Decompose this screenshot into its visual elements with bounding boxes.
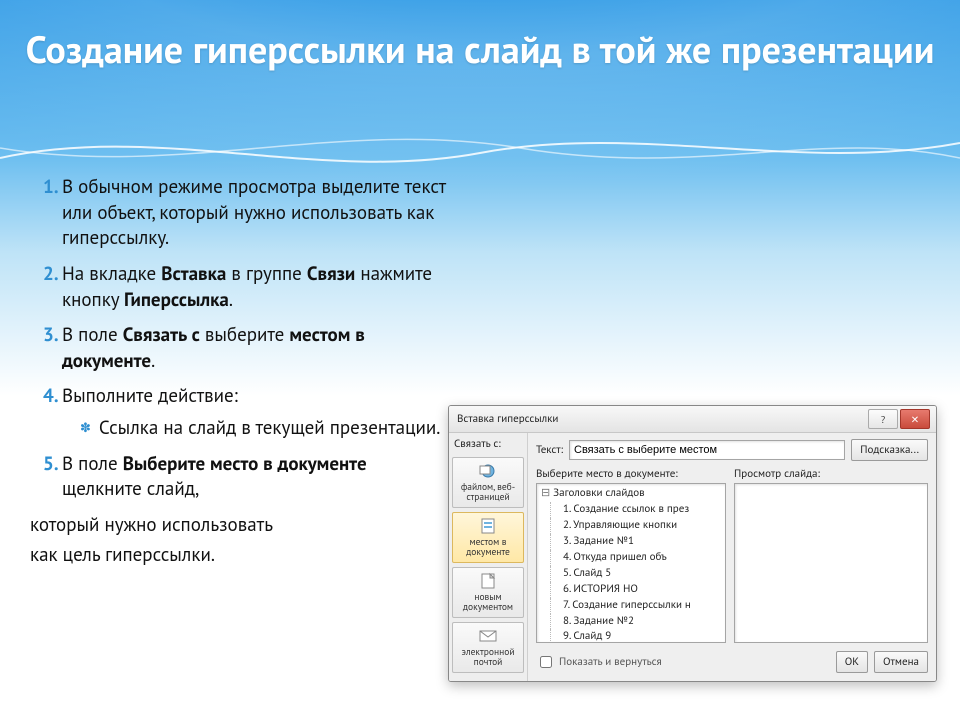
cancel-button[interactable]: Отмена xyxy=(874,651,928,673)
tree-item[interactable]: 8. Задание №2 xyxy=(541,614,721,630)
close-window-button[interactable]: ✕ xyxy=(900,409,930,429)
display-text-input[interactable] xyxy=(569,440,845,460)
tree-item[interactable]: 7. Создание гиперссылки н xyxy=(541,598,721,614)
document-place-icon xyxy=(477,517,499,535)
screen-tip-button[interactable]: Подсказка... xyxy=(851,439,928,461)
new-document-icon xyxy=(477,572,499,590)
help-window-button[interactable]: ? xyxy=(868,409,898,429)
wave-decoration xyxy=(0,118,960,178)
link-to-place-in-document[interactable]: местом в документе xyxy=(452,512,524,563)
ok-button[interactable]: ОК xyxy=(836,651,868,673)
slide: Создание гиперссылки на слайд в той же п… xyxy=(0,0,960,720)
tree-item[interactable]: 1. Создание ссылок в през xyxy=(541,502,721,518)
step-4-sub: Ссылка на слайд в текущей презентации. xyxy=(80,416,450,442)
show-and-return-checkbox[interactable]: Показать и вернуться xyxy=(536,653,662,671)
tree-root[interactable]: Заголовки слайдов xyxy=(541,486,721,502)
step-5-tail-2: как цель гиперссылки. xyxy=(30,543,450,569)
slide-title: Создание гиперссылки на слайд в той же п… xyxy=(0,0,960,72)
preview-label: Просмотр слайда: xyxy=(734,467,928,481)
link-to-sidebar: Связать с: файлом, веб-страницей местом … xyxy=(449,433,528,681)
step-2: На вкладке Вставка в группе Связи нажмит… xyxy=(62,262,450,313)
tree-item[interactable]: 3. Задание №1 xyxy=(541,534,721,550)
globe-file-icon xyxy=(477,462,499,480)
tree-item[interactable]: 9. Слайд 9 xyxy=(541,629,721,643)
tree-item[interactable]: 4. Откуда пришел объ xyxy=(541,550,721,566)
dialog-titlebar: Вставка гиперссылки ? ✕ xyxy=(449,406,936,433)
link-to-new-document[interactable]: новым документом xyxy=(452,567,524,618)
place-label: Выберите место в документе: xyxy=(536,467,726,481)
step-3: В поле Связать с выберите местом в докум… xyxy=(62,323,450,374)
slide-preview xyxy=(734,483,928,643)
step-4: Выполните действие: Ссылка на слайд в те… xyxy=(62,384,450,441)
show-return-input[interactable] xyxy=(540,656,552,668)
hyperlink-dialog: Вставка гиперссылки ? ✕ Связать с: файло… xyxy=(448,405,937,682)
dialog-title: Вставка гиперссылки xyxy=(457,412,866,426)
dialog-main: Текст: Подсказка... Выберите место в док… xyxy=(528,433,936,681)
place-tree[interactable]: Заголовки слайдов 1. Создание ссылок в п… xyxy=(536,483,726,643)
tree-item[interactable]: 5. Слайд 5 xyxy=(541,566,721,582)
step-1: В обычном режиме просмотра выделите текс… xyxy=(62,175,450,252)
tree-item[interactable]: 6. ИСТОРИЯ НО xyxy=(541,582,721,598)
tree-item[interactable]: 2. Управляющие кнопки xyxy=(541,518,721,534)
step-5-tail-1: который нужно использовать xyxy=(30,513,450,539)
link-to-email[interactable]: электронной почтой xyxy=(452,622,524,673)
text-label: Текст: xyxy=(536,443,563,457)
step-5: В поле Выберите место в документе щелкни… xyxy=(62,452,450,503)
envelope-icon xyxy=(477,627,499,645)
link-to-file-web[interactable]: файлом, веб-страницей xyxy=(452,457,524,508)
link-with-label: Связать с: xyxy=(452,437,524,453)
content-body: В обычном режиме просмотра выделите текс… xyxy=(30,175,450,568)
